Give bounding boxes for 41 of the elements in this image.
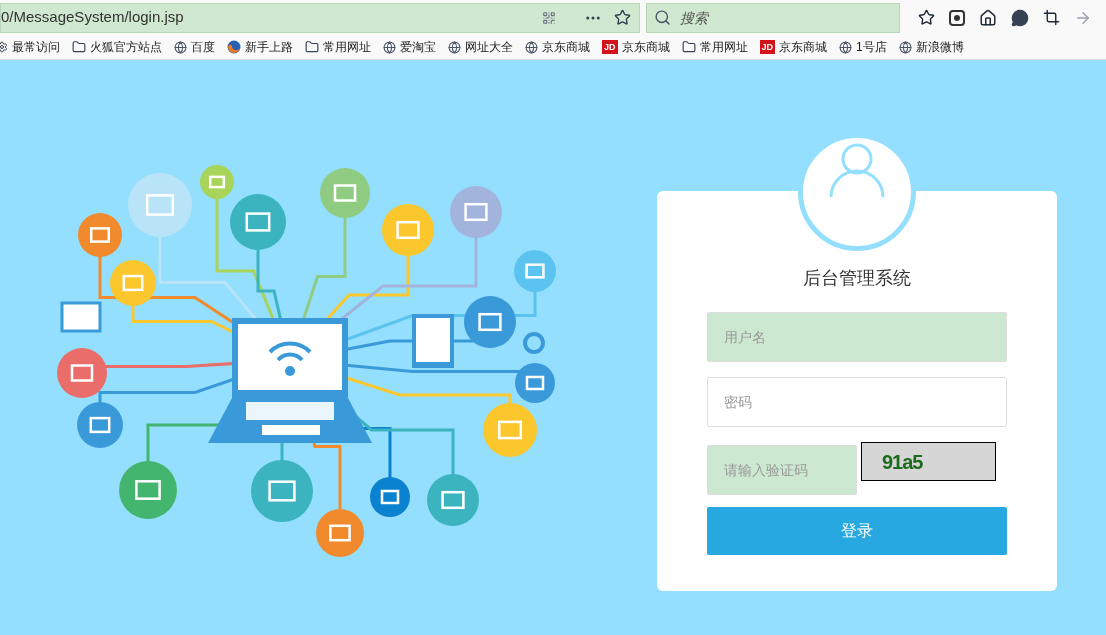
folder-icon <box>72 40 86 54</box>
globe-icon <box>898 40 912 54</box>
fox-globe-icon <box>227 40 241 54</box>
home-icon[interactable] <box>979 8 997 27</box>
bookmark-item[interactable]: 1号店 <box>839 38 887 56</box>
globe-icon <box>383 40 396 54</box>
reader-icon[interactable] <box>949 9 965 26</box>
globe-icon <box>448 40 461 54</box>
bookmark-item[interactable]: 爱淘宝 <box>383 38 436 56</box>
bookmark-item[interactable]: 常用网址 <box>681 38 748 56</box>
chat-bubble-icon[interactable] <box>1011 8 1029 27</box>
bookmark-item[interactable]: 常用网址 <box>305 38 371 56</box>
bookmark-item[interactable]: 网址大全 <box>448 38 513 56</box>
starred-list-icon[interactable] <box>918 9 935 26</box>
bookmark-item[interactable]: 新手上路 <box>227 38 293 56</box>
bookmark-item[interactable]: 京东商城 <box>525 38 590 56</box>
qr-code-icon[interactable] <box>542 10 556 25</box>
globe-icon <box>839 40 853 54</box>
captcha-field[interactable]: 请输入验证码 <box>707 445 857 495</box>
search-icon <box>654 8 671 26</box>
folder-icon <box>681 40 696 54</box>
bookmark-item[interactable]: 火狐官方站点 <box>72 38 162 56</box>
globe-icon <box>174 40 187 54</box>
bookmark-item[interactable]: 百度 <box>174 38 215 56</box>
bookmark-item[interactable]: JD 京东商城 <box>602 38 670 56</box>
address-bar[interactable]: 0/MessageSystem/login.jsp <box>0 2 640 33</box>
bookmark-star-icon[interactable] <box>614 9 631 26</box>
jd-badge: JD <box>759 40 776 54</box>
password-field[interactable]: 密码 <box>707 377 1007 427</box>
jd-badge: JD <box>602 40 618 54</box>
folder-icon <box>305 40 319 54</box>
login-title: 后台管理系统 <box>803 267 911 290</box>
captcha-image[interactable]: 91a5 <box>861 442 996 481</box>
globe-icon <box>525 40 538 54</box>
url-text: 0/MessageSystem/login.jsp <box>1 7 185 28</box>
crop-icon[interactable] <box>1043 9 1060 26</box>
bookmark-item[interactable]: 新浪微博 <box>898 38 964 56</box>
bookmark-item[interactable]: JD 京东商城 <box>759 38 828 56</box>
search-field[interactable]: 搜索 <box>646 2 900 33</box>
bookmark-item[interactable]: 最常访问 <box>0 38 60 56</box>
username-field[interactable]: 用户名 <box>707 312 1007 362</box>
